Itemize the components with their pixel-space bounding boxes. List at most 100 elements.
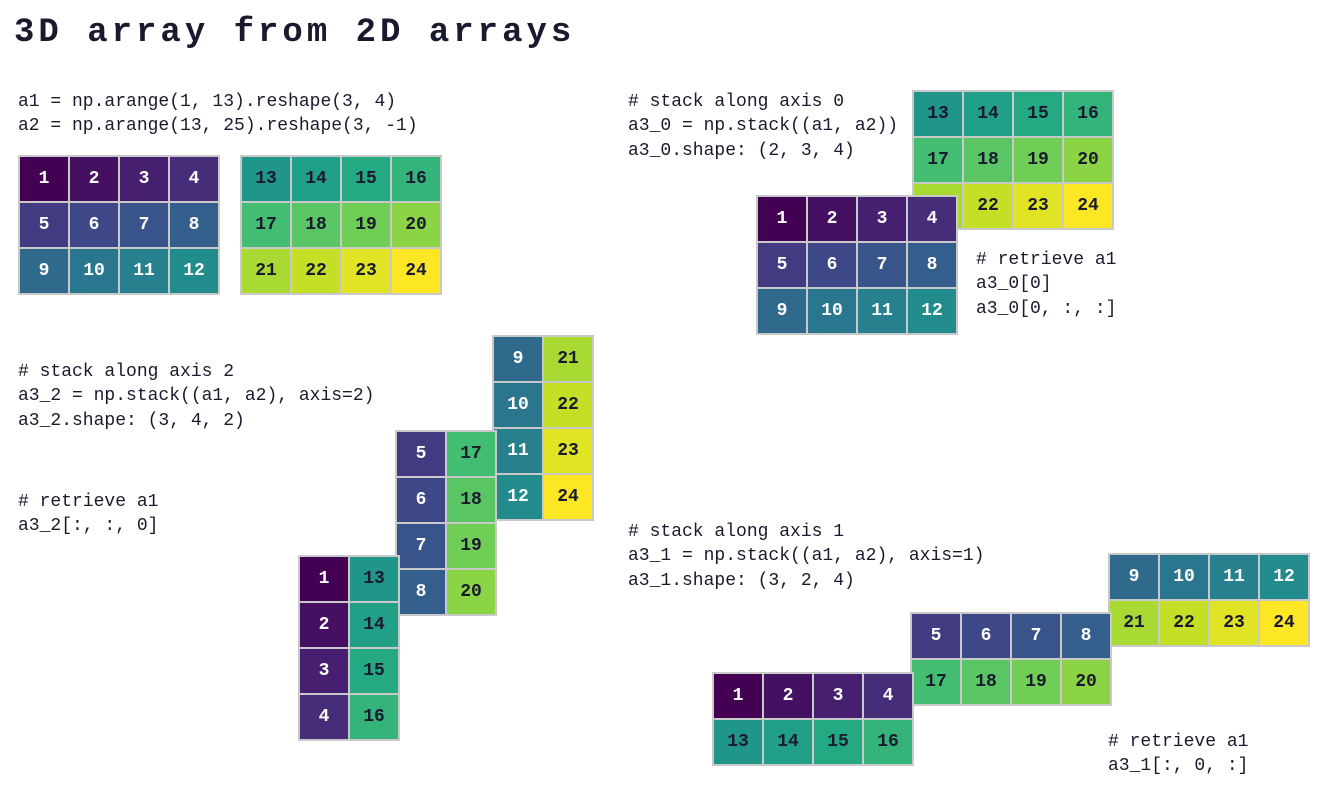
array-cell: 6 <box>808 243 856 287</box>
array-cell: 12 <box>1260 555 1308 599</box>
grid-a2: 13141516 17181920 21222324 <box>240 155 442 295</box>
array-cell: 2 <box>70 157 118 201</box>
array-cell: 5 <box>397 432 445 476</box>
array-cell: 20 <box>392 203 440 247</box>
array-cell: 8 <box>908 243 956 287</box>
array-cell: 9 <box>494 337 542 381</box>
array-cell: 1 <box>714 674 762 718</box>
array-cell: 23 <box>1210 601 1258 645</box>
array-cell: 11 <box>494 429 542 473</box>
array-cell: 3 <box>300 649 348 693</box>
array-cell: 21 <box>1110 601 1158 645</box>
grid-a1: 123456789101112 <box>18 155 220 295</box>
grid-axis1-l1: 5678 17181920 <box>910 612 1112 706</box>
array-cell: 5 <box>912 614 960 658</box>
page-title: 3D array from 2D arrays <box>14 14 575 52</box>
array-cell: 19 <box>1012 660 1060 704</box>
array-cell: 2 <box>764 674 812 718</box>
grid-axis2-l1: 517618719820 <box>395 430 497 616</box>
array-cell: 20 <box>1062 660 1110 704</box>
array-cell: 15 <box>1014 92 1062 136</box>
array-cell: 4 <box>170 157 218 201</box>
array-cell: 23 <box>342 249 390 293</box>
array-cell: 12 <box>908 289 956 333</box>
array-cell: 20 <box>1064 138 1112 182</box>
array-cell: 7 <box>1012 614 1060 658</box>
array-cell: 10 <box>70 249 118 293</box>
array-cell: 8 <box>397 570 445 614</box>
array-cell: 19 <box>1014 138 1062 182</box>
array-cell: 13 <box>242 157 290 201</box>
array-cell: 17 <box>242 203 290 247</box>
array-cell: 17 <box>914 138 962 182</box>
array-cell: 13 <box>714 720 762 764</box>
array-cell: 16 <box>1064 92 1112 136</box>
array-cell: 14 <box>350 603 398 647</box>
setup-code: a1 = np.arange(1, 13).reshape(3, 4) a2 =… <box>18 90 418 139</box>
array-cell: 3 <box>120 157 168 201</box>
array-cell: 16 <box>392 157 440 201</box>
array-cell: 2 <box>808 197 856 241</box>
array-cell: 1 <box>758 197 806 241</box>
array-cell: 7 <box>120 203 168 247</box>
grid-axis0-front: 123456789101112 <box>756 195 958 335</box>
array-cell: 1 <box>20 157 68 201</box>
grid-axis2-l2: 921102211231224 <box>492 335 594 521</box>
array-cell: 11 <box>858 289 906 333</box>
array-cell: 17 <box>912 660 960 704</box>
array-cell: 22 <box>544 383 592 427</box>
array-cell: 10 <box>1160 555 1208 599</box>
array-cell: 18 <box>962 660 1010 704</box>
array-cell: 16 <box>350 695 398 739</box>
array-cell: 6 <box>70 203 118 247</box>
array-cell: 16 <box>864 720 912 764</box>
array-cell: 10 <box>494 383 542 427</box>
array-cell: 3 <box>858 197 906 241</box>
array-cell: 19 <box>342 203 390 247</box>
array-cell: 9 <box>1110 555 1158 599</box>
array-cell: 1 <box>300 557 348 601</box>
array-cell: 24 <box>1260 601 1308 645</box>
array-cell: 12 <box>170 249 218 293</box>
array-cell: 7 <box>397 524 445 568</box>
array-cell: 21 <box>242 249 290 293</box>
array-cell: 23 <box>544 429 592 473</box>
array-cell: 2 <box>300 603 348 647</box>
axis2-code: # stack along axis 2 a3_2 = np.stack((a1… <box>18 360 374 433</box>
array-cell: 8 <box>1062 614 1110 658</box>
array-cell: 21 <box>544 337 592 381</box>
array-cell: 14 <box>964 92 1012 136</box>
grid-axis2-l0: 113214315416 <box>298 555 400 741</box>
array-cell: 13 <box>350 557 398 601</box>
array-cell: 3 <box>814 674 862 718</box>
array-cell: 15 <box>342 157 390 201</box>
axis0-retrieve: # retrieve a1 a3_0[0] a3_0[0, :, :] <box>976 248 1116 321</box>
array-cell: 4 <box>300 695 348 739</box>
axis1-retrieve: # retrieve a1 a3_1[:, 0, :] <box>1108 730 1248 779</box>
array-cell: 15 <box>814 720 862 764</box>
array-cell: 5 <box>20 203 68 247</box>
array-cell: 18 <box>292 203 340 247</box>
array-cell: 10 <box>808 289 856 333</box>
array-cell: 23 <box>1014 184 1062 228</box>
array-cell: 9 <box>20 249 68 293</box>
array-cell: 14 <box>292 157 340 201</box>
array-cell: 6 <box>397 478 445 522</box>
grid-axis1-l2: 910111221222324 <box>1108 553 1310 647</box>
array-cell: 22 <box>292 249 340 293</box>
array-cell: 22 <box>1160 601 1208 645</box>
array-cell: 4 <box>864 674 912 718</box>
array-cell: 24 <box>392 249 440 293</box>
axis2-retrieve: # retrieve a1 a3_2[:, :, 0] <box>18 490 158 539</box>
axis1-code: # stack along axis 1 a3_1 = np.stack((a1… <box>628 520 984 593</box>
array-cell: 12 <box>494 475 542 519</box>
array-cell: 24 <box>544 475 592 519</box>
array-cell: 13 <box>914 92 962 136</box>
array-cell: 11 <box>120 249 168 293</box>
array-cell: 20 <box>447 570 495 614</box>
array-cell: 19 <box>447 524 495 568</box>
array-cell: 24 <box>1064 184 1112 228</box>
array-cell: 18 <box>447 478 495 522</box>
array-cell: 6 <box>962 614 1010 658</box>
array-cell: 8 <box>170 203 218 247</box>
